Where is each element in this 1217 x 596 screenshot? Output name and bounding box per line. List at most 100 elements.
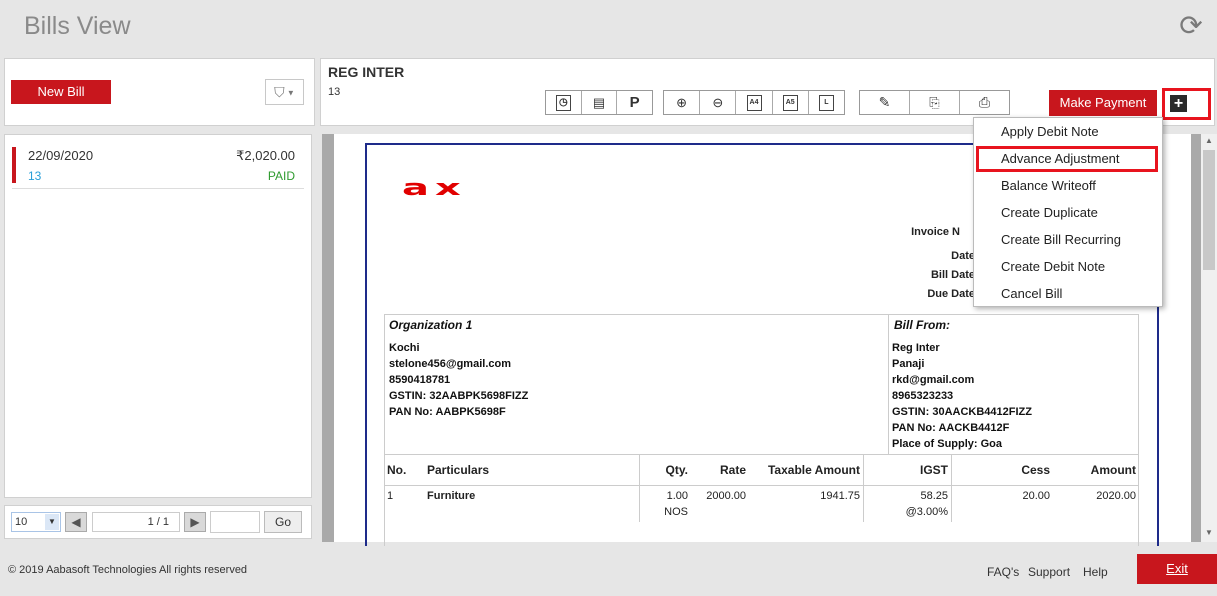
cell-no: 1	[387, 490, 394, 502]
new-bill-button[interactable]: New Bill	[11, 80, 111, 104]
bill-from-line: Place of Supply: Goa	[892, 438, 1003, 450]
date-label: Date	[951, 250, 975, 262]
cell-qty: 1.00	[666, 490, 688, 502]
filter-icon: ⛉	[274, 84, 285, 100]
bill-date: 22/09/2020	[28, 148, 94, 163]
cell-unit: NOS	[664, 506, 688, 518]
bill-from-line: Reg Inter	[892, 342, 940, 354]
support-link[interactable]: Support	[1028, 565, 1070, 579]
org-line: PAN No: AABPK5698F	[389, 406, 506, 418]
zoom-out-icon: ⊖	[712, 94, 724, 110]
prev-page-button[interactable]: ◀	[65, 512, 87, 532]
zoom-in-button[interactable]: ⊕	[664, 91, 701, 114]
chevron-left-icon: ◀	[71, 515, 81, 529]
page-goto-input[interactable]	[210, 511, 260, 533]
menu-item-apply-debit-note[interactable]: Apply Debit Note	[1001, 124, 1099, 139]
invoice-no-label: Invoice N	[911, 226, 960, 238]
letter-icon: L	[818, 94, 834, 111]
col-taxable: Taxable Amount	[767, 463, 860, 477]
payment-view-button[interactable]: P	[617, 91, 652, 114]
org-line: Kochi	[389, 342, 420, 354]
col-particulars: Particulars	[427, 463, 490, 477]
bill-from-line: PAN No: AACKB4412F	[892, 422, 1010, 434]
org-title: Organization 1	[389, 318, 473, 332]
menu-item-create-duplicate[interactable]: Create Duplicate	[1001, 205, 1098, 220]
next-page-button[interactable]: ▶	[184, 512, 206, 532]
menu-item-create-bill-recurring[interactable]: Create Bill Recurring	[1001, 232, 1121, 247]
scroll-down-icon[interactable]: ▼	[1203, 528, 1215, 540]
cell-taxable: 1941.75	[820, 490, 860, 502]
a4-button[interactable]: A4	[736, 91, 773, 114]
chevron-down-icon: ▼	[284, 88, 295, 98]
cell-cess: 20.00	[1022, 490, 1050, 502]
cell-igst-rate: @3.00%	[905, 506, 948, 518]
copyright: © 2019 Aabasoft Technologies All rights …	[8, 564, 248, 576]
divider	[888, 314, 889, 454]
letter-button[interactable]: L	[809, 91, 844, 114]
cell-igst: 58.25	[920, 490, 948, 502]
bill-date-label: Bill Date	[930, 269, 975, 281]
menu-highlight	[976, 146, 1158, 172]
zoom-out-button[interactable]: ⊖	[700, 91, 737, 114]
refresh-icon[interactable]: ⟳	[1175, 10, 1207, 42]
exit-button[interactable]: Exit	[1137, 554, 1217, 584]
status-badge: PAID	[267, 169, 295, 183]
bill-from-title: Bill From:	[894, 318, 950, 332]
title-bar	[0, 0, 1217, 54]
menu-item-cancel-bill[interactable]: Cancel Bill	[1001, 286, 1062, 301]
a5-button[interactable]: A5	[773, 91, 809, 114]
print-button[interactable]: ⎙	[960, 91, 1009, 114]
pencil-icon: ✎	[878, 94, 891, 110]
more-actions-button[interactable]: +	[1162, 88, 1211, 120]
col-qty: Qty.	[665, 463, 688, 477]
bill-from-line: Panaji	[892, 358, 925, 370]
faqs-link[interactable]: FAQ's	[987, 565, 1019, 579]
company-logo: ax	[402, 175, 467, 201]
a5-icon: A5	[782, 94, 798, 111]
bill-no: 13	[328, 86, 341, 98]
bill-from-line: GSTIN: 30AACKB4412FIZZ	[892, 406, 1032, 418]
edit-button[interactable]: ✎	[860, 91, 910, 114]
toolbar-group-view: ◷ ▤ P	[545, 90, 653, 115]
org-line: stelone456@gmail.com	[389, 358, 511, 370]
page-size-value: 10	[15, 516, 28, 528]
a4-icon: A4	[746, 94, 762, 111]
go-button[interactable]: Go	[264, 511, 302, 533]
col-rate: Rate	[719, 463, 746, 477]
col-amount: Amount	[1090, 463, 1136, 477]
party-name: REG INTER	[328, 64, 405, 80]
chevron-down-icon: ▼	[45, 514, 59, 530]
cell-rate: 2000.00	[706, 490, 746, 502]
col-no: No.	[387, 463, 407, 477]
menu-item-create-debit-note[interactable]: Create Debit Note	[1001, 259, 1105, 274]
menu-item-balance-writeoff[interactable]: Balance Writeoff	[1001, 178, 1096, 193]
filter-dropdown[interactable]: ⛉ ▼	[265, 79, 304, 105]
pdf-icon: ⎘	[929, 94, 940, 110]
scroll-thumb[interactable]	[1203, 150, 1215, 270]
history-button[interactable]: ◷	[546, 91, 582, 114]
scroll-up-icon[interactable]: ▲	[1203, 136, 1215, 148]
help-link[interactable]: Help	[1083, 565, 1108, 579]
bill-from-address: Reg Inter Panaji rkd@gmail.com 896532323…	[892, 340, 1032, 452]
org-line: GSTIN: 32AABPK5698FIZZ	[389, 390, 529, 402]
book-icon: ▤	[592, 94, 606, 110]
page-size-select[interactable]: 10 ▼	[11, 512, 61, 532]
org-address: Kochi stelone456@gmail.com 8590418781 GS…	[389, 340, 528, 420]
chevron-right-icon: ▶	[190, 515, 200, 529]
col-divider	[951, 454, 952, 522]
make-payment-button[interactable]: Make Payment	[1049, 90, 1157, 116]
cell-particulars: Furniture	[427, 490, 476, 502]
cell-amount: 2020.00	[1096, 490, 1136, 502]
selected-indicator	[12, 147, 16, 183]
col-cess: Cess	[1021, 463, 1050, 477]
bill-from-line: rkd@gmail.com	[892, 374, 975, 386]
bill-from-line: 8965323233	[892, 390, 954, 402]
ledger-button[interactable]: ▤	[582, 91, 618, 114]
plus-icon: +	[1170, 95, 1187, 112]
app-title: Bills View	[24, 12, 131, 40]
col-igst: IGST	[919, 463, 948, 477]
toolbar-group-zoom: ⊕ ⊖ A4 A5 L	[663, 90, 845, 115]
clock-icon: ◷	[555, 94, 571, 111]
bill-number: 13	[28, 169, 42, 183]
pdf-button[interactable]: ⎘	[910, 91, 960, 114]
